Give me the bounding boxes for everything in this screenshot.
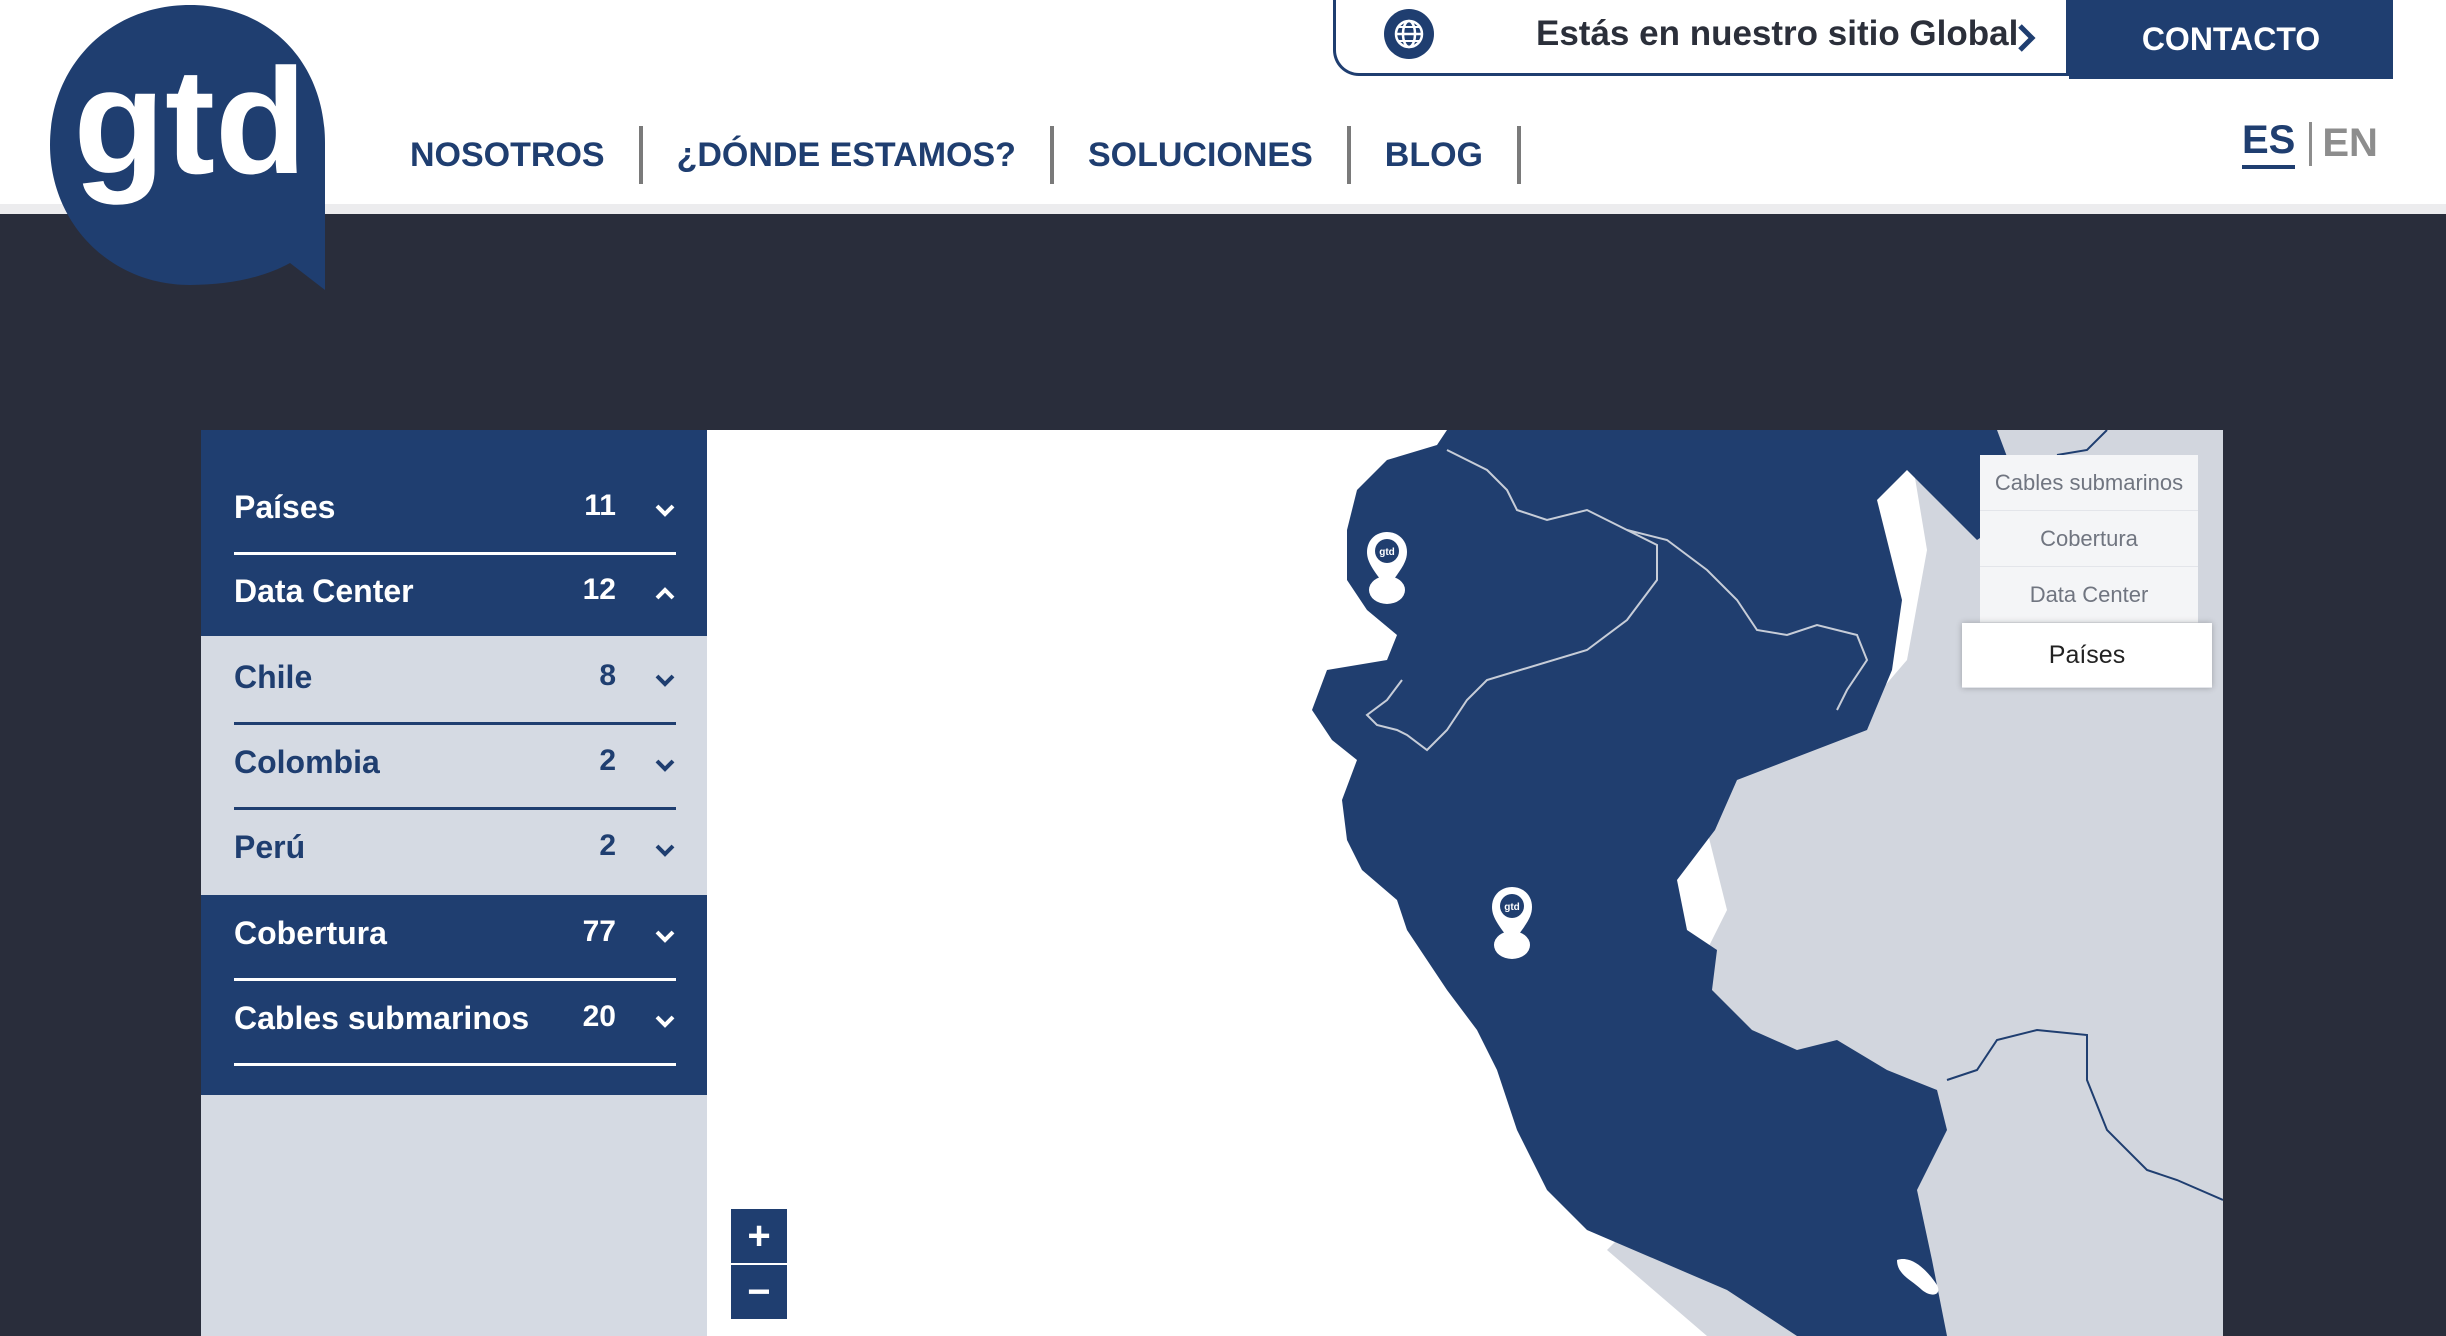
nav-soluciones[interactable]: SOLUCIONES [1054, 126, 1351, 184]
filter-row-peru[interactable]: Perú 2 [234, 811, 676, 895]
filter-label: Cables submarinos [234, 1000, 530, 1036]
chevron-down-icon [655, 759, 675, 772]
chevron-down-icon [655, 674, 675, 687]
filter-row-data-center[interactable]: Data Center 12 [234, 555, 676, 639]
gtd-logo[interactable]: gtd [50, 5, 330, 295]
filter-count: 2 [599, 829, 616, 862]
lang-es[interactable]: ES [2242, 118, 2296, 169]
contact-button[interactable]: CONTACTO [2069, 0, 2393, 79]
filter-label: Países [234, 489, 336, 525]
nav-donde-estamos[interactable]: ¿DÓNDE ESTAMOS? [643, 126, 1054, 184]
chevron-down-icon [655, 844, 675, 857]
layer-data-center[interactable]: Data Center [1980, 567, 2198, 623]
filter-row-colombia[interactable]: Colombia 2 [234, 726, 676, 810]
filter-label: Data Center [234, 573, 414, 609]
filter-row-chile[interactable]: Chile 8 [234, 641, 676, 725]
layer-cobertura[interactable]: Cobertura [1980, 511, 2198, 567]
chevron-down-icon [655, 504, 675, 517]
filter-row-cobertura[interactable]: Cobertura 77 [234, 897, 676, 981]
filter-row-cables-submarinos[interactable]: Cables submarinos 20 [234, 982, 676, 1066]
nav-nosotros[interactable]: NOSOTROS [410, 126, 643, 184]
filter-label: Perú [234, 829, 306, 865]
filter-count: 20 [582, 1000, 616, 1033]
zoom-out-button[interactable]: − [731, 1265, 787, 1319]
filter-count: 77 [582, 915, 616, 948]
main-nav: NOSOTROS ¿DÓNDE ESTAMOS? SOLUCIONES BLOG [410, 120, 1521, 190]
svg-text:gtd: gtd [1379, 547, 1395, 558]
filter-count: 2 [599, 744, 616, 777]
globe-icon [1384, 9, 1434, 59]
header-divider [0, 204, 2446, 214]
filter-row-paises[interactable]: Países 11 [234, 471, 676, 555]
lang-separator [2309, 121, 2313, 166]
filter-count: 11 [584, 489, 616, 522]
layer-cables-submarinos[interactable]: Cables submarinos [1980, 455, 2198, 511]
layer-paises[interactable]: Países [1962, 623, 2212, 688]
filter-count: 8 [599, 659, 616, 692]
language-switcher: ES EN [2242, 118, 2378, 169]
layer-control: Cables submarinos Cobertura Data Center … [1962, 455, 2212, 688]
chevron-right-icon [2018, 24, 2036, 52]
global-site-label: Estás en nuestro sitio Global [1536, 14, 2019, 53]
data-center-marker[interactable]: gtd [1492, 887, 1532, 959]
chevron-down-icon [655, 1015, 675, 1028]
data-center-marker[interactable]: gtd [1367, 532, 1407, 604]
chevron-down-icon [655, 930, 675, 943]
global-site-banner[interactable]: Estás en nuestro sitio Global [1333, 0, 2069, 76]
filter-label: Cobertura [234, 915, 387, 951]
filter-count: 12 [582, 573, 616, 606]
map-filter-panel: Países 11 Data Center 12 Chile 8 Colombi… [201, 430, 707, 1336]
chevron-up-icon [655, 587, 675, 600]
zoom-in-button[interactable]: + [731, 1209, 787, 1263]
filter-label: Colombia [234, 744, 380, 780]
logo-text: gtd [73, 37, 306, 205]
nav-blog[interactable]: BLOG [1351, 126, 1521, 184]
svg-text:gtd: gtd [1504, 902, 1520, 913]
filter-label: Chile [234, 659, 313, 695]
lang-en[interactable]: EN [2322, 121, 2378, 166]
